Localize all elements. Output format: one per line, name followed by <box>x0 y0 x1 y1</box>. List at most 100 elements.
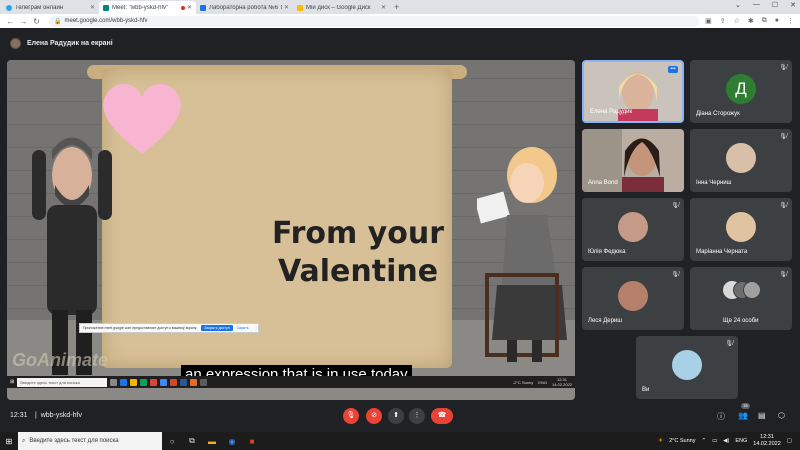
url-field[interactable]: 🔒 meet.google.com/wbb-yskd-hfv <box>49 15 700 27</box>
url-text: meet.google.com/wbb-yskd-hfv <box>64 18 148 24</box>
close-window-icon[interactable]: ✕ <box>790 1 796 9</box>
info-icon[interactable]: ⓘ <box>717 411 725 422</box>
chat-icon[interactable]: ▤ <box>758 411 766 420</box>
system-tray: ☀ 2°C Sunny ⌃ ▭ ◀) ENG 12:31 14.02.2022 … <box>658 434 800 448</box>
tab-drive[interactable]: Мій диск – Google Диск ✕ <box>293 1 390 14</box>
forward-icon[interactable]: → <box>17 17 30 26</box>
participant-tile[interactable]: Д 🎙︎̸ Діана Сторожук <box>690 60 792 123</box>
participant-name: Юлія Федюка <box>588 249 626 255</box>
mic-off-button[interactable]: 🎙︎ <box>343 408 359 424</box>
shared-lang: ENG <box>538 379 547 385</box>
goanimate-logo: GoAnimate <box>12 350 109 370</box>
folder-icon <box>130 378 138 386</box>
mic-off-icon: 🎙︎̸ <box>671 203 679 209</box>
slide-title: From your Valentine <box>272 216 445 289</box>
camera-icon[interactable]: ▣ <box>705 17 712 25</box>
close-icon[interactable]: ✕ <box>90 4 95 11</box>
participant-name: Елена Радудик <box>590 109 633 115</box>
participant-tile[interactable]: 🎙︎̸ Інна Черниш <box>690 129 792 192</box>
meet-controls: 12:31 | wbb-yskd-hfv 🎙︎ ⊘ ⬆ ⋮ ☎ ⓘ 👥 35 ▤… <box>0 400 800 432</box>
share-icon[interactable]: ⇪ <box>720 17 726 25</box>
participant-tile[interactable]: 🎙︎̸ Маріанна Черната <box>690 198 792 261</box>
participant-tile[interactable]: 🎙︎̸ Юлія Федюка <box>582 198 684 261</box>
extension-icon[interactable]: ✱ <box>748 17 754 25</box>
new-tab-button[interactable]: + <box>394 1 399 14</box>
powerpoint-icon[interactable]: ■ <box>242 437 262 446</box>
present-button[interactable]: ⬆ <box>388 408 404 424</box>
more-options-button[interactable]: ⋮ <box>409 408 425 424</box>
participant-name: Ви <box>642 387 650 393</box>
close-icon[interactable]: ✕ <box>187 4 192 11</box>
task-view-icon[interactable]: ⧉ <box>182 436 202 446</box>
docs-icon <box>200 4 206 11</box>
presenter-label: Елена Радудик на екрані <box>27 39 113 47</box>
close-icon[interactable]: ✕ <box>381 4 386 11</box>
participant-tile[interactable]: Anna Bond <box>582 129 684 192</box>
network-icon[interactable]: ▭ <box>712 438 717 444</box>
menu-icon[interactable]: ⋮ <box>787 17 794 25</box>
meeting-time: 12:31 <box>10 412 28 419</box>
more-options-icon[interactable]: ••• <box>668 66 678 73</box>
tab-lab[interactable]: Лабораторна робота №6 Техн ✕ <box>196 1 293 14</box>
camera-off-button[interactable]: ⊘ <box>366 408 382 424</box>
windows-start-icon: ⊞ <box>10 379 15 385</box>
more-participants-tile[interactable]: 🎙︎̸ Ще 24 особи <box>690 267 792 330</box>
notifications-icon[interactable]: ▢ <box>787 438 792 444</box>
participant-name: Діана Сторожук <box>696 111 740 117</box>
tray-arrow-icon[interactable]: ⌃ <box>701 438 706 444</box>
star-icon[interactable]: ☆ <box>734 17 740 25</box>
tab-telegram[interactable]: Телеграм онлайн ✕ <box>2 1 99 14</box>
clock-date: 14.02.2022 <box>753 441 781 447</box>
tab-title: Лабораторна робота №6 Техн <box>209 4 282 11</box>
tab-title: Телеграм онлайн <box>15 4 64 11</box>
maximize-icon[interactable]: ☐ <box>772 1 778 9</box>
tab-title: Мій диск – Google Диск <box>306 4 371 11</box>
participant-avatar <box>672 349 702 380</box>
man-character <box>32 137 112 375</box>
shared-search-box: Введите здесь текст для поиска <box>17 377 108 387</box>
drive-icon <box>297 4 303 11</box>
volume-icon[interactable]: ◀) <box>723 438 729 444</box>
app-icon <box>190 378 198 386</box>
windows-start-icon[interactable]: ⊞ <box>0 437 18 446</box>
tab-search-icon[interactable]: ⌄ <box>735 1 741 9</box>
participant-name: Леся Дериш <box>588 318 623 324</box>
taskview-icon <box>110 378 118 386</box>
shared-clock: 12:31 14.02.2022 <box>552 377 572 387</box>
stop-sharing-button[interactable]: Закрыть доступ <box>201 325 233 331</box>
activities-icon[interactable]: ⬡ <box>778 411 785 420</box>
mic-off-icon: 🎙︎̸ <box>779 65 787 71</box>
weather-icon: ☀ <box>658 438 664 444</box>
clock-time: 12:31 <box>760 434 774 440</box>
shared-date: 14.02.2022 <box>551 382 572 387</box>
extensions: ▣ ⇪ ☆ ✱ ⧉ ● ⋮ <box>705 17 794 25</box>
leave-call-button[interactable]: ☎ <box>431 408 453 424</box>
tab-meet[interactable]: Meet: "wbb-yskd-hfv" ✕ <box>99 1 196 14</box>
back-icon[interactable]: ← <box>4 17 17 26</box>
meet-icon <box>103 4 109 11</box>
clock[interactable]: 12:31 14.02.2022 <box>753 434 781 448</box>
cortana-icon[interactable]: ○ <box>162 437 182 446</box>
taskbar-search[interactable]: ⌕ Введите здесь текст для поиска <box>18 432 162 450</box>
weather-text[interactable]: 2°C Sunny <box>669 438 695 444</box>
language-indicator[interactable]: ENG <box>735 438 747 444</box>
minimize-icon[interactable]: — <box>753 1 760 9</box>
close-icon[interactable]: ✕ <box>284 4 289 11</box>
meeting-code-text: wbb-yskd-hfv <box>40 412 82 419</box>
participant-tile[interactable]: 🎙︎̸ Леся Дериш <box>582 267 684 330</box>
lock-icon: 🔒 <box>54 18 62 25</box>
self-tile[interactable]: 🎙︎̸ Ви <box>636 336 738 399</box>
app-icon <box>200 378 208 386</box>
people-icon[interactable]: 👥 <box>738 411 748 420</box>
explorer-icon[interactable]: ▬ <box>202 437 222 446</box>
participant-avatar <box>618 211 648 242</box>
mic-off-icon: 🎙︎̸ <box>671 272 679 278</box>
puzzle-icon[interactable]: ⧉ <box>762 17 767 25</box>
participant-tile[interactable]: ••• Елена Радудик <box>582 60 684 123</box>
hide-notice-button[interactable]: Скрыть <box>237 326 249 330</box>
search-icon: ⌕ <box>22 437 26 444</box>
participant-avatar <box>726 142 756 173</box>
chrome-icon[interactable]: ◉ <box>222 437 242 446</box>
reload-icon[interactable]: ↻ <box>30 17 43 26</box>
profile-icon[interactable]: ● <box>775 17 779 25</box>
